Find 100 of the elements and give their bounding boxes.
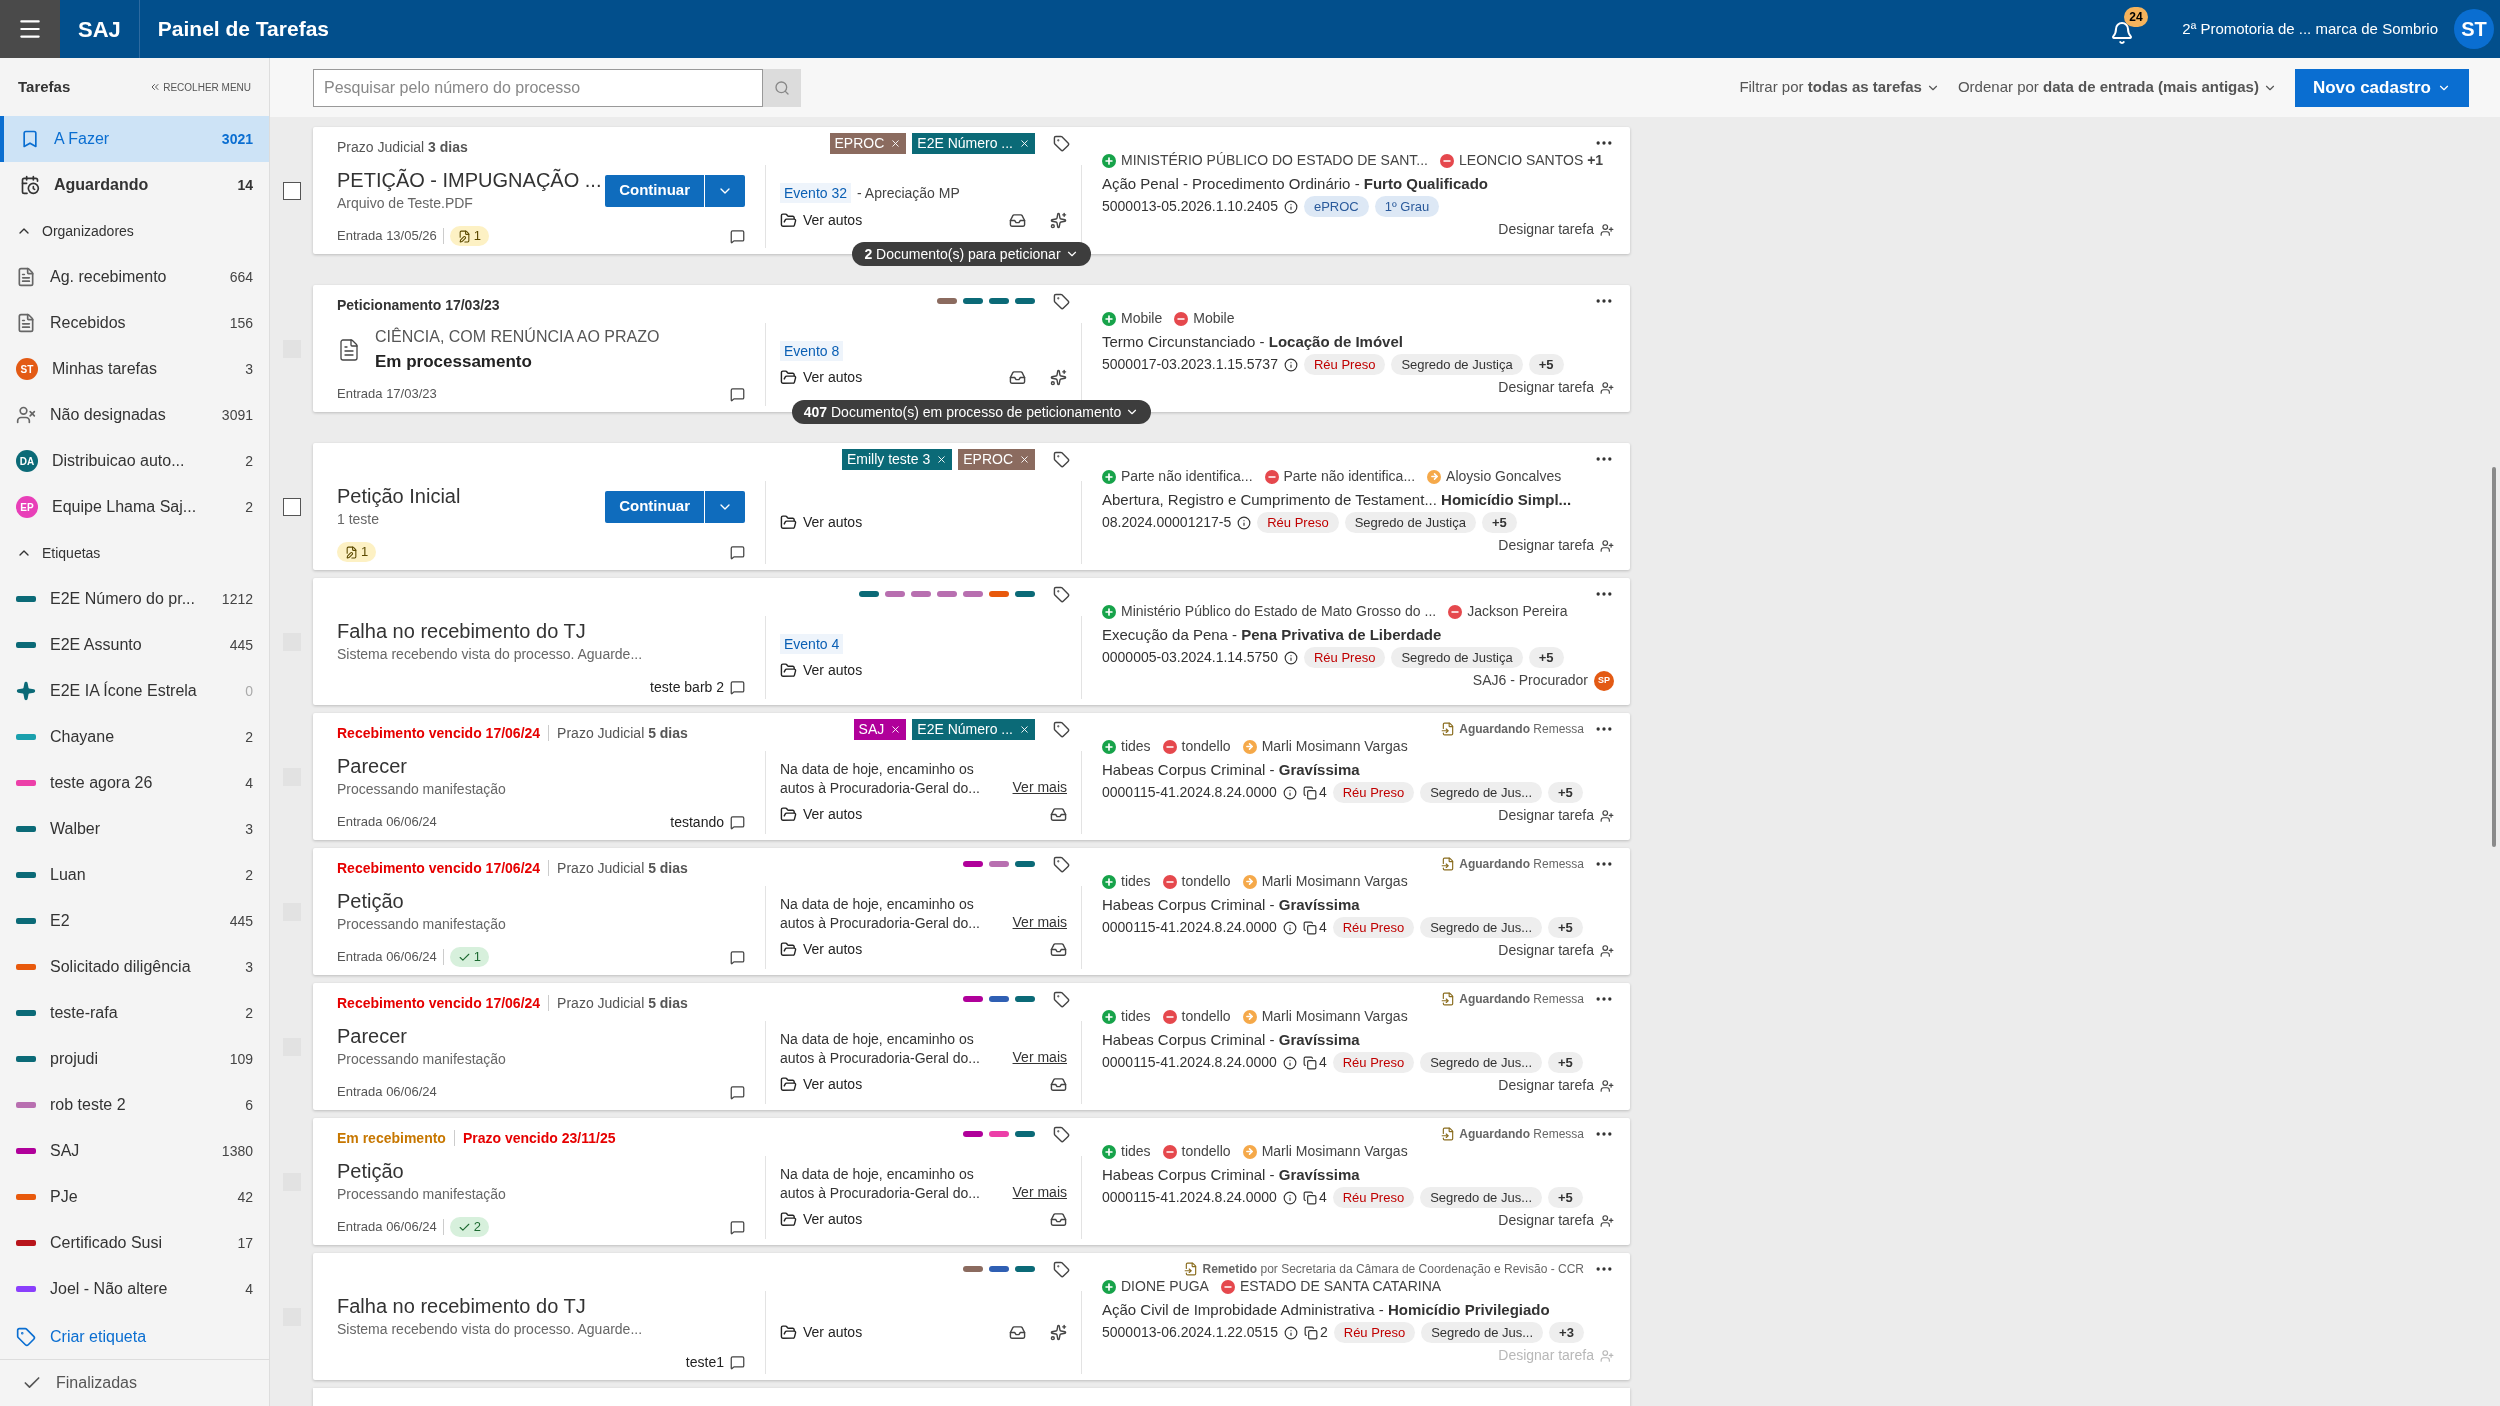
task-subtitle: Sistema recebendo vista do processo. Aguarde...	[337, 645, 644, 664]
sidebar-item[interactable]: Recebidos 156	[0, 300, 269, 346]
comment-icon[interactable]	[730, 544, 745, 560]
inbox-icon[interactable]	[1009, 211, 1026, 229]
continue-button[interactable]: Continuar	[605, 490, 704, 523]
see-autos-link[interactable]: Ver autos	[780, 209, 863, 231]
add-tag-icon[interactable]	[1053, 1125, 1070, 1143]
sidebar-item[interactable]: PJe 42	[0, 1174, 269, 1220]
sidebar-item[interactable]: Joel - Não altere 4	[0, 1266, 269, 1312]
add-tag-icon[interactable]	[1053, 585, 1070, 603]
sidebar-item[interactable]: A Fazer 3021	[0, 116, 269, 162]
collapse-menu-button[interactable]: RECOLHER MENU	[149, 79, 251, 95]
comment-icon[interactable]	[730, 386, 745, 402]
user-plus-icon	[1600, 1078, 1614, 1093]
search-button[interactable]	[763, 68, 801, 107]
sidebar-item[interactable]: Walber 3	[0, 806, 269, 852]
task-card[interactable]	[313, 1253, 1630, 1380]
info-icon[interactable]	[1283, 1325, 1298, 1340]
comment-icon[interactable]	[730, 1084, 745, 1100]
sidebar-item[interactable]: Certificado Susi 17	[0, 1220, 269, 1266]
user-plus-icon	[1600, 1213, 1614, 1228]
sidebar-item[interactable]: rob teste 2 6	[0, 1082, 269, 1128]
stacked-pages-icon	[1303, 1325, 1318, 1340]
task-card[interactable]	[313, 578, 1630, 705]
bell-icon[interactable]	[2110, 21, 2135, 45]
assign-task-link[interactable]: Designar tarefa	[1498, 534, 1614, 557]
assign-task-link[interactable]: Designar tarefa	[1498, 218, 1614, 241]
comment-icon[interactable]	[730, 1219, 745, 1235]
tag-chip[interactable]: EPROC	[958, 448, 1035, 470]
add-tag-icon[interactable]	[1053, 1260, 1070, 1278]
info-icon[interactable]	[1282, 1190, 1297, 1205]
add-tag-icon[interactable]	[1053, 292, 1070, 310]
menu-button[interactable]	[0, 0, 60, 58]
task-card[interactable]	[313, 443, 1630, 570]
tag-chip[interactable]: Emilly teste 3	[841, 448, 953, 470]
sidebar-item[interactable]: E2E IA Ícone Estrela 0	[0, 668, 269, 714]
document-arrow-icon	[1184, 1262, 1199, 1276]
comment-icon[interactable]	[730, 679, 745, 695]
task-card[interactable]	[313, 848, 1630, 975]
create-label-link[interactable]: Criar etiqueta	[0, 1314, 269, 1360]
comment-icon[interactable]	[730, 949, 745, 965]
tag-chip[interactable]: E2E Número ...	[912, 132, 1035, 154]
dropdown-button[interactable]	[705, 174, 745, 207]
sidebar-item[interactable]: SAJ 1380	[0, 1128, 269, 1174]
add-tag-icon[interactable]	[1053, 720, 1070, 738]
task-card[interactable]	[313, 1118, 1630, 1245]
see-autos-link[interactable]: Ver autos	[780, 512, 863, 533]
sidebar-item[interactable]: Chayane 2	[0, 714, 269, 760]
info-icon[interactable]	[1282, 785, 1297, 800]
sidebar-item[interactable]: Não designadas 3091	[0, 392, 269, 438]
comment-icon[interactable]	[730, 814, 745, 830]
add-tag-icon[interactable]	[1053, 134, 1070, 152]
new-record-button[interactable]: Novo cadastro	[2294, 68, 2469, 107]
task-card[interactable]	[313, 983, 1630, 1110]
add-tag-icon[interactable]	[1053, 855, 1070, 873]
add-tag-icon[interactable]	[1053, 450, 1070, 468]
section-header[interactable]: Etiquetas	[0, 530, 269, 576]
sidebar-item[interactable]: Solicitado diligência 3	[0, 944, 269, 990]
filter-dropdown[interactable]: Filtrar por todas as tarefas	[1739, 76, 1940, 99]
tag-chip[interactable]: EPROC	[829, 132, 907, 154]
sidebar-item[interactable]: DA Distribuicao auto... 2	[0, 438, 269, 484]
case-class: Habeas Corpus Criminal - Gravíssima	[1102, 1165, 1361, 1185]
user-avatar[interactable]: ST	[2454, 9, 2494, 49]
sparkles-icon[interactable]	[1050, 211, 1067, 229]
sidebar-item[interactable]: projudi 109	[0, 1036, 269, 1082]
finished-item[interactable]: Finalizadas	[0, 1360, 269, 1406]
sidebar-item[interactable]: E2E Assunto 445	[0, 622, 269, 668]
event-link[interactable]: Evento 32	[780, 183, 852, 203]
info-icon[interactable]	[1283, 357, 1298, 372]
sidebar-item[interactable]: teste-rafa 2	[0, 990, 269, 1036]
sidebar-item[interactable]: ST Minhas tarefas 3	[0, 346, 269, 392]
item-label: Walber	[50, 819, 102, 839]
case-chip: +5	[1548, 782, 1583, 803]
checkbox[interactable]	[283, 497, 301, 516]
document-arrow-icon	[1441, 1127, 1456, 1141]
comment-icon[interactable]	[730, 228, 745, 244]
info-icon[interactable]	[1283, 199, 1298, 214]
search-field[interactable]: Pesquisar pelo número do processo	[313, 68, 763, 107]
info-icon[interactable]	[1283, 650, 1298, 665]
sidebar-item[interactable]: Luan 2	[0, 852, 269, 898]
sidebar-item[interactable]: E2E Número do pr... 1212	[0, 576, 269, 622]
info-icon[interactable]	[1282, 920, 1297, 935]
sidebar-item[interactable]: E2 445	[0, 898, 269, 944]
item-count: 109	[229, 1049, 253, 1069]
task-card[interactable]	[313, 713, 1630, 840]
sidebar-item[interactable]: EP Equipe Lhama Saj... 2	[0, 484, 269, 530]
comment-icon[interactable]	[730, 1354, 745, 1370]
documents-pill[interactable]: 2 Documento(s) para peticionar	[852, 242, 1091, 266]
sidebar-item[interactable]: Aguardando 14	[0, 162, 269, 208]
continue-button[interactable]: Continuar	[605, 174, 704, 207]
add-tag-icon[interactable]	[1053, 990, 1070, 1008]
section-header[interactable]: Organizadores	[0, 208, 269, 254]
info-icon[interactable]	[1282, 1055, 1297, 1070]
status-text: Aguardando Remessa	[1459, 1126, 1584, 1143]
sidebar-item[interactable]: teste agora 26 4	[0, 760, 269, 806]
sidebar-item[interactable]: Ag. recebimento 664	[0, 254, 269, 300]
dropdown-button[interactable]	[705, 490, 745, 523]
info-icon[interactable]	[1237, 515, 1252, 530]
checkbox[interactable]	[283, 181, 301, 200]
user-plus-icon	[1600, 538, 1614, 553]
